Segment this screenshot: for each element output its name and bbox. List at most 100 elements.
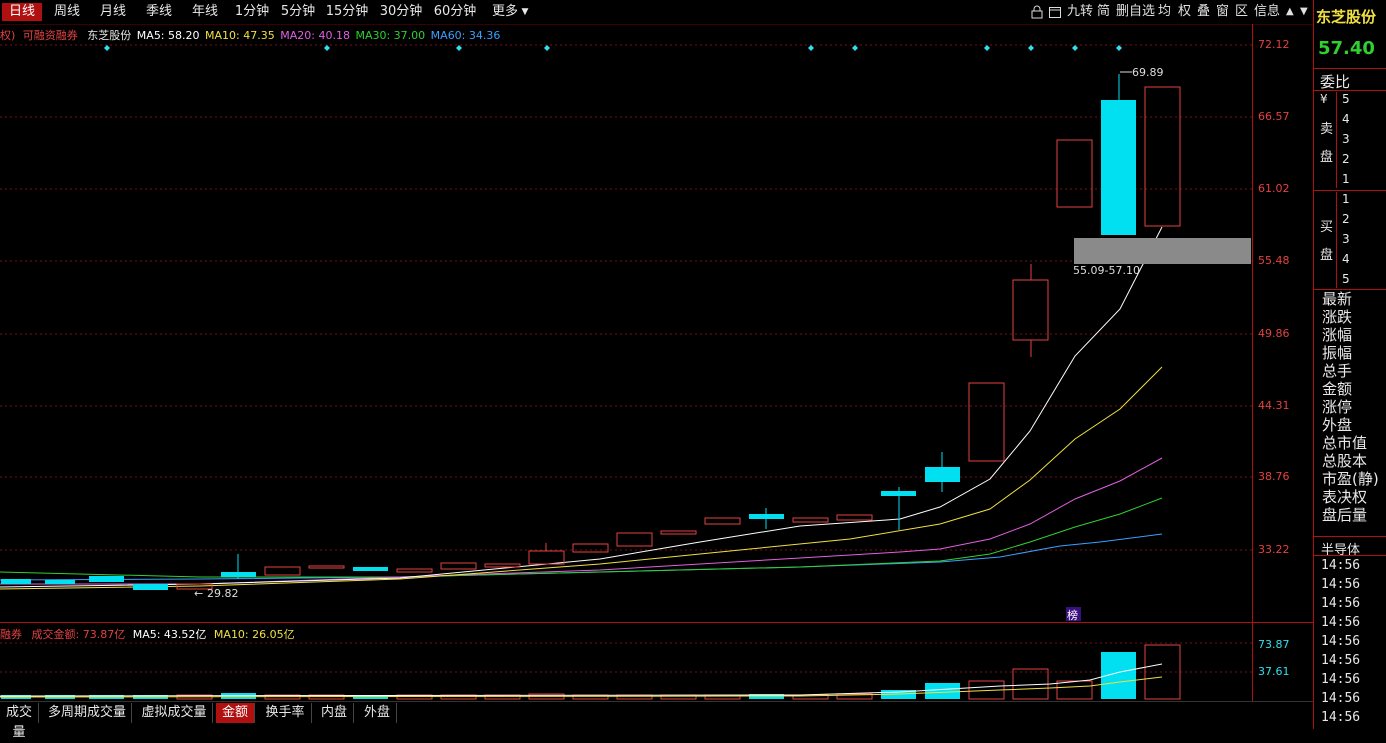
sell-level-5[interactable]: 5 (1342, 92, 1350, 106)
price-axis-tick: 49.86 (1258, 327, 1290, 340)
tab-turnover-rate[interactable]: 换手率 (259, 703, 312, 723)
buy-level-2[interactable]: 2 (1342, 212, 1350, 226)
tab-amount[interactable]: 金额 (216, 703, 255, 723)
sell-label-pan: 盘 (1320, 150, 1334, 165)
field-change-pct: 涨幅 (1322, 326, 1353, 344)
period-1min[interactable]: 1分钟 (232, 3, 272, 21)
field-amount: 金额 (1322, 380, 1353, 398)
price-axis-tick: 33.22 (1258, 543, 1290, 556)
divider (1314, 190, 1386, 191)
candle[interactable] (881, 491, 916, 496)
buy-level-1[interactable]: 1 (1342, 192, 1350, 206)
price-axis-tick: 55.48 (1258, 254, 1290, 267)
period-yearly[interactable]: 年线 (188, 3, 222, 21)
price-axis-tick: 44.31 (1258, 399, 1290, 412)
tool-info[interactable]: 信息 (1254, 3, 1280, 21)
tab-multi-period-volume[interactable]: 多周期成交量 (43, 703, 132, 723)
tool-range[interactable]: 区 (1235, 3, 1248, 21)
candle[interactable] (45, 580, 75, 584)
divider (1314, 90, 1386, 91)
price-zone-label: 55.09-57.10 (1073, 264, 1140, 277)
period-toolbar: 日线 周线 月线 季线 年线 1分钟 5分钟 15分钟 30分钟 60分钟 更多… (0, 0, 1313, 25)
period-daily[interactable]: 日线 (2, 3, 42, 21)
candle[interactable] (440, 562, 477, 570)
candle[interactable] (616, 532, 653, 547)
tool-simple[interactable]: 简 (1097, 3, 1110, 21)
period-60min[interactable]: 60分钟 (432, 3, 478, 21)
tab-outer-volume[interactable]: 外盘 (358, 703, 397, 723)
tab-inner-volume[interactable]: 内盘 (315, 703, 354, 723)
field-after-hours-volume: 盘后量 (1322, 506, 1368, 524)
candle[interactable] (133, 584, 168, 590)
quote-panel: 东芝股份 57.40 委比 ¥ 卖 盘 5 4 3 2 1 买 盘 1 2 3 … (1313, 0, 1386, 729)
sell-level-2[interactable]: 2 (1342, 152, 1350, 166)
candle[interactable] (484, 563, 521, 568)
price-axis-tick: 72.12 (1258, 38, 1290, 51)
period-5min[interactable]: 5分钟 (278, 3, 318, 21)
tool-window[interactable]: 窗 (1216, 3, 1229, 21)
kline-chart[interactable]: 55.09-57.10 69.89 ← 29.82 榜 (0, 24, 1313, 701)
sell-level-1[interactable]: 1 (1342, 172, 1350, 186)
volume-ma5-legend: MA5: 43.52亿 (132, 628, 207, 641)
candle[interactable] (308, 565, 345, 569)
lock-icon[interactable] (1030, 3, 1044, 21)
candle[interactable] (572, 543, 609, 553)
chevron-down-icon[interactable]: ▼ (1300, 3, 1308, 21)
candle[interactable] (264, 566, 301, 576)
period-monthly[interactable]: 月线 (96, 3, 130, 21)
candle[interactable] (1101, 100, 1136, 235)
panel-stock-name: 东芝股份 (1316, 8, 1377, 26)
buy-level-5[interactable]: 5 (1342, 272, 1350, 286)
divider (1314, 536, 1386, 537)
candle[interactable] (396, 568, 433, 573)
candle[interactable] (925, 467, 960, 482)
tool-overlay[interactable]: 叠 (1197, 3, 1210, 21)
candle[interactable] (968, 382, 1005, 462)
field-amplitude: 振幅 (1322, 344, 1353, 362)
period-15min[interactable]: 15分钟 (324, 3, 370, 21)
tool-average[interactable]: 均 (1158, 3, 1171, 21)
volume-bar (925, 683, 960, 699)
field-outer-volume: 外盘 (1322, 416, 1353, 434)
sell-level-3[interactable]: 3 (1342, 132, 1350, 146)
buy-level-3[interactable]: 3 (1342, 232, 1350, 246)
price-grid (0, 44, 1252, 673)
buy-label-mai: 买 (1320, 220, 1334, 235)
candle[interactable] (792, 517, 829, 523)
window-icon[interactable] (1048, 3, 1062, 21)
chevron-up-icon[interactable]: ▲ (1286, 3, 1294, 21)
sell-level-4[interactable]: 4 (1342, 112, 1350, 126)
candle[interactable] (704, 517, 741, 525)
candle[interactable] (1012, 279, 1049, 341)
tab-volume[interactable]: 成交量 (0, 703, 39, 740)
candle[interactable] (89, 576, 124, 582)
tool-rights[interactable]: 权 (1178, 3, 1191, 21)
tool-delete-watchlist[interactable]: 删自选 (1116, 3, 1155, 21)
candle[interactable] (749, 514, 784, 519)
tick-time: 14:56 (1321, 558, 1361, 573)
candle[interactable] (221, 572, 256, 577)
candle[interactable] (353, 567, 388, 571)
divider (1314, 555, 1386, 556)
tick-time: 14:56 (1321, 691, 1361, 706)
candle[interactable] (660, 530, 697, 535)
period-weekly[interactable]: 周线 (50, 3, 84, 21)
chevron-down-icon[interactable]: ▼ (520, 3, 530, 21)
period-more[interactable]: 更多 (490, 3, 520, 21)
volume-legend: 融券 成交金额: 73.87亿 MA5: 43.52亿 MA10: 26.05亿 (0, 626, 295, 642)
candle[interactable] (1144, 86, 1181, 227)
candle[interactable] (1056, 139, 1093, 208)
period-quarterly[interactable]: 季线 (142, 3, 176, 21)
tool-jiuzhuan[interactable]: 九转 (1067, 3, 1093, 21)
indicator-tabs: 成交量 多周期成交量 虚拟成交量 金额 换手率 内盘 外盘 (0, 701, 1313, 740)
low-price-label: 29.82 (207, 587, 239, 600)
buy-level-4[interactable]: 4 (1342, 252, 1350, 266)
price-zone-box (1074, 238, 1251, 264)
tab-virtual-volume[interactable]: 虚拟成交量 (136, 703, 213, 723)
candle[interactable] (836, 514, 873, 521)
candle[interactable] (528, 550, 565, 565)
field-market-cap: 总市值 (1322, 434, 1368, 452)
candle[interactable] (1, 579, 31, 584)
volume-ma10-legend: MA10: 26.05亿 (213, 628, 295, 641)
period-30min[interactable]: 30分钟 (378, 3, 424, 21)
